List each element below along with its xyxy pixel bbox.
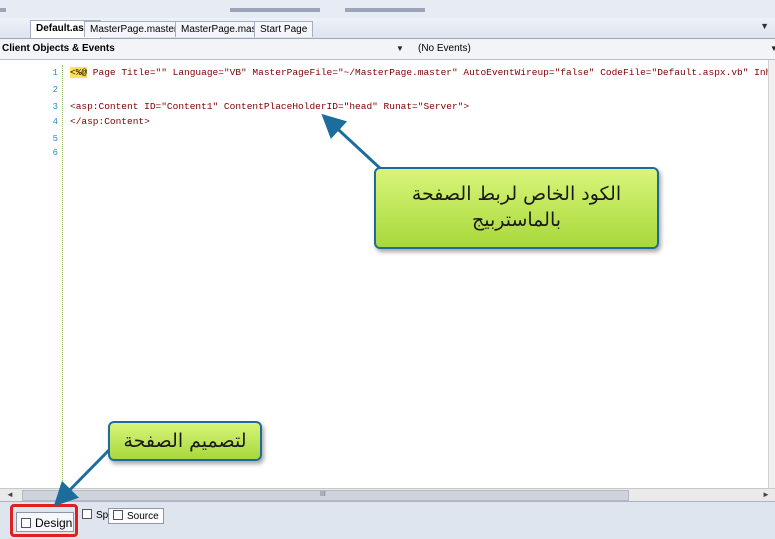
code-line-1[interactable]: <%@ Page Title="" Language="VB" MasterPa…: [70, 67, 775, 78]
top-strip-segment: [0, 8, 6, 12]
design-view-callout: لتصميم الصفحة: [108, 421, 262, 461]
vertical-scrollbar[interactable]: [768, 60, 775, 488]
page-directive-text: Page Title="" Language="VB" MasterPageFi…: [87, 67, 775, 78]
client-objects-value: Client Objects & Events: [2, 43, 115, 54]
content-open-tag: <asp:Content ID="Content1" ContentPlaceH…: [70, 101, 470, 112]
top-strip-segment: [345, 8, 425, 12]
indicator-margin: [0, 60, 15, 488]
line-number: 4: [52, 117, 58, 127]
code-line-3[interactable]: <asp:Content ID="Content1" ContentPlaceH…: [70, 101, 469, 112]
directive-open-tag: <%@: [70, 67, 88, 78]
scroll-left-icon[interactable]: ◄: [6, 489, 14, 501]
line-number: 2: [52, 85, 58, 95]
outline-gutter: [62, 65, 63, 485]
horizontal-scrollbar[interactable]: ◄ III ►: [0, 488, 775, 502]
top-strip-segment: [230, 8, 320, 12]
design-highlight-outline: [10, 504, 78, 537]
source-label: Source: [127, 511, 159, 522]
chevron-down-icon[interactable]: ▼: [396, 41, 404, 57]
line-number: 6: [52, 148, 58, 158]
chevron-down-icon[interactable]: ▼: [770, 41, 775, 57]
content-close-tag: </asp:Content>: [70, 116, 150, 127]
split-icon: [82, 509, 92, 519]
events-dropdown[interactable]: (No Events) ▼: [418, 41, 775, 57]
source-view-button[interactable]: Source: [108, 508, 164, 524]
line-number: 5: [52, 134, 58, 144]
document-tab-bar: Default.aspx MasterPage.master.vb* Maste…: [0, 18, 775, 39]
master-link-callout: الكود الخاص لربط الصفحة بالماستربيج: [374, 167, 659, 249]
window-top-strip: [0, 0, 775, 18]
source-icon: [113, 510, 123, 520]
events-value: (No Events): [418, 43, 471, 54]
scroll-right-icon[interactable]: ►: [762, 489, 770, 501]
client-objects-dropdown[interactable]: Client Objects & Events ▼: [2, 41, 404, 57]
scrollbar-grip: III: [320, 491, 326, 498]
selector-bar: Client Objects & Events ▼ (No Events) ▼: [0, 39, 775, 60]
code-line-4[interactable]: </asp:Content>: [70, 116, 150, 127]
chevron-down-icon[interactable]: ▼: [760, 21, 769, 31]
tab-start-page[interactable]: Start Page: [254, 21, 314, 37]
line-number: 3: [52, 102, 58, 112]
line-number: 1: [52, 68, 58, 78]
